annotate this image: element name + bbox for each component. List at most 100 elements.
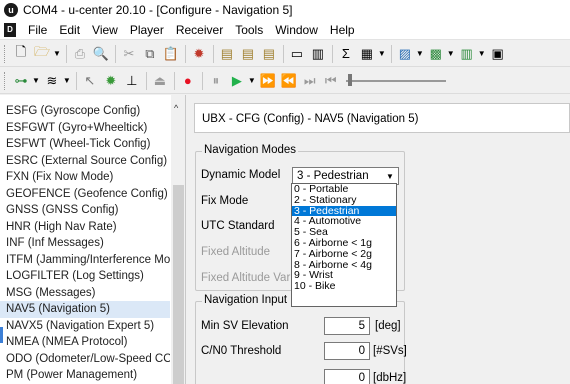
cut-icon[interactable]: ✂ xyxy=(119,44,139,64)
toolbar-grip[interactable] xyxy=(4,44,7,63)
dropdown-option[interactable]: 0 - Portable xyxy=(292,184,396,195)
dropdown-option[interactable]: 6 - Airborne < 1g xyxy=(292,238,396,249)
open-folder-icon[interactable]: 🗁 xyxy=(32,44,52,64)
dropdown-option[interactable]: 2 - Stationary xyxy=(292,195,396,206)
bug-green-icon[interactable]: ✹ xyxy=(101,71,121,91)
autobaud-icon[interactable]: ↖ xyxy=(80,71,100,91)
tree-item[interactable]: HNR (High Nav Rate) xyxy=(0,219,170,236)
copy-icon[interactable]: ⧉ xyxy=(140,44,160,64)
dropdown-option[interactable]: 8 - Airborne < 4g xyxy=(292,260,396,271)
graph-dropdown-arrow-icon[interactable]: ▼ xyxy=(447,49,455,58)
playback-slider-thumb[interactable] xyxy=(347,73,352,86)
toolbar-separator xyxy=(212,44,214,63)
document-icon[interactable]: D xyxy=(4,22,16,37)
cno-dbhz-input[interactable]: 0 xyxy=(324,369,370,384)
dropdown-option[interactable]: 5 - Sea xyxy=(292,227,396,238)
sum-icon[interactable]: Σ xyxy=(336,44,356,64)
min-sv-elevation-label: Min SV Elevation xyxy=(201,320,289,332)
baudrate-icon[interactable]: ≋ xyxy=(42,71,62,91)
menu-edit[interactable]: Edit xyxy=(53,23,86,37)
toolbar-grip[interactable] xyxy=(4,71,7,90)
step-forward-icon[interactable]: ⏭ xyxy=(300,71,320,91)
pause-icon[interactable]: ⏸ xyxy=(206,71,226,91)
tree-item[interactable]: ESFGWT (Gyro+Wheeltick) xyxy=(0,120,170,137)
menu-file[interactable]: File xyxy=(22,23,53,37)
menu-help[interactable]: Help xyxy=(324,23,361,37)
bug-icon[interactable]: ✹ xyxy=(189,44,209,64)
fixed-altitude-var-label: Fixed Altitude Var xyxy=(201,272,291,284)
tree-item[interactable]: ESRC (External Source Config) xyxy=(0,153,170,170)
toolbar-separator xyxy=(75,71,77,90)
histogram-dropdown-arrow-icon[interactable]: ▼ xyxy=(478,49,486,58)
cno-threshold-label: C/N0 Threshold xyxy=(201,345,282,357)
app-window: u COM4 - u-center 20.10 - [Configure - N… xyxy=(0,0,570,384)
tree-scrollbar[interactable]: ^ xyxy=(171,95,185,384)
tree-item[interactable]: PM (Power Management) xyxy=(0,367,170,384)
docs-view-2-icon[interactable]: ▤ xyxy=(238,44,258,64)
min-sv-elevation-input[interactable]: 5 xyxy=(324,317,370,335)
table-view-icon[interactable]: ▦ xyxy=(357,44,377,64)
fix-mode-label: Fix Mode xyxy=(201,195,249,207)
play-icon[interactable]: ▶ xyxy=(227,71,247,91)
tree-item[interactable]: NAVX5 (Navigation Expert 5) xyxy=(0,318,170,335)
docs-view-3-icon[interactable]: ▤ xyxy=(259,44,279,64)
new-file-icon[interactable]: 🗋 xyxy=(11,44,31,64)
toolbar-separator xyxy=(331,44,333,63)
tree-item[interactable]: GNSS (GNSS Config) xyxy=(0,202,170,219)
dropdown-option[interactable]: 4 - Automotive xyxy=(292,216,396,227)
window-view-icon[interactable]: ▣ xyxy=(488,44,508,64)
tree-item[interactable]: GEOFENCE (Geofence Config) xyxy=(0,186,170,203)
fast-forward-icon[interactable]: ⏩ xyxy=(258,71,278,91)
chart-icon[interactable]: ▨ xyxy=(395,44,415,64)
toolbar-separator xyxy=(145,71,147,90)
menu-view[interactable]: View xyxy=(86,23,124,37)
dropdown-option[interactable]: 3 - Pedestrian xyxy=(292,205,396,217)
graph-icon[interactable]: ▩ xyxy=(426,44,446,64)
print-icon[interactable]: ⎙ xyxy=(70,44,90,64)
step-back-icon[interactable]: ⏪ xyxy=(279,71,299,91)
chart-dropdown-arrow-icon[interactable]: ▼ xyxy=(416,49,424,58)
tree-item[interactable]: ODO (Odometer/Low-Speed COC xyxy=(0,351,170,368)
playback-slider[interactable] xyxy=(345,73,446,86)
table-dropdown-arrow-icon[interactable]: ▼ xyxy=(378,49,386,58)
dropdown-option[interactable]: 9 - Wrist xyxy=(292,270,396,281)
split-view-icon[interactable]: ▥ xyxy=(308,44,328,64)
go-to-start-icon[interactable]: ⏮ xyxy=(321,71,341,91)
docs-view-1-icon[interactable]: ▤ xyxy=(217,44,237,64)
tree-item[interactable]: NAV5 (Navigation 5) xyxy=(0,301,170,318)
tree-item[interactable]: FXN (Fix Now Mode) xyxy=(0,169,170,186)
navigation-input-filters-group: Navigation Input F Min SV Elevation 5 [d… xyxy=(195,294,407,384)
open-dropdown-arrow-icon[interactable]: ▼ xyxy=(53,49,61,58)
tree-item[interactable]: INF (Inf Messages) xyxy=(0,235,170,252)
tree-item[interactable]: ESFG (Gyroscope Config) xyxy=(0,103,170,120)
record-icon[interactable]: ● xyxy=(178,71,198,91)
menu-player[interactable]: Player xyxy=(124,23,170,37)
chevron-down-icon[interactable]: ▼ xyxy=(382,168,398,184)
baudrate-dropdown-arrow-icon[interactable]: ▼ xyxy=(63,76,71,85)
menu-receiver[interactable]: Receiver xyxy=(170,23,229,37)
tree-item[interactable]: LOGFILTER (Log Settings) xyxy=(0,268,170,285)
dynamic-model-label: Dynamic Model xyxy=(201,169,281,181)
eject-icon[interactable]: ⏏ xyxy=(150,71,170,91)
tree-item[interactable]: ITFM (Jamming/Interference Mor xyxy=(0,252,170,269)
menu-window[interactable]: Window xyxy=(269,23,324,37)
connection-icon[interactable]: ⊶ xyxy=(11,71,31,91)
dropdown-option[interactable]: 10 - Bike xyxy=(292,281,396,292)
paste-icon[interactable]: 📋 xyxy=(161,44,181,64)
cno-threshold-input[interactable]: 0 xyxy=(324,342,370,360)
panel-view-icon[interactable]: ▭ xyxy=(287,44,307,64)
histogram-icon[interactable]: ▥ xyxy=(457,44,477,64)
scrollbar-thumb[interactable] xyxy=(173,185,184,384)
scroll-up-arrow-icon[interactable]: ^ xyxy=(174,103,178,113)
fixed-altitude-label: Fixed Altitude xyxy=(201,246,271,258)
tree-item[interactable]: ESFWT (Wheel-Tick Config) xyxy=(0,136,170,153)
tree-item[interactable]: MSG (Messages) xyxy=(0,285,170,302)
menu-tools[interactable]: Tools xyxy=(229,23,269,37)
connection-dropdown-arrow-icon[interactable]: ▼ xyxy=(32,76,40,85)
play-dropdown-arrow-icon[interactable]: ▼ xyxy=(248,76,256,85)
print-preview-icon[interactable]: 🔍 xyxy=(91,44,111,64)
cno-threshold-unit: [#SVs] xyxy=(373,345,407,357)
dropdown-option[interactable]: 7 - Airborne < 2g xyxy=(292,249,396,260)
antenna-icon[interactable]: ⊥ xyxy=(122,71,142,91)
tree-item[interactable]: NMEA (NMEA Protocol) xyxy=(0,334,170,351)
